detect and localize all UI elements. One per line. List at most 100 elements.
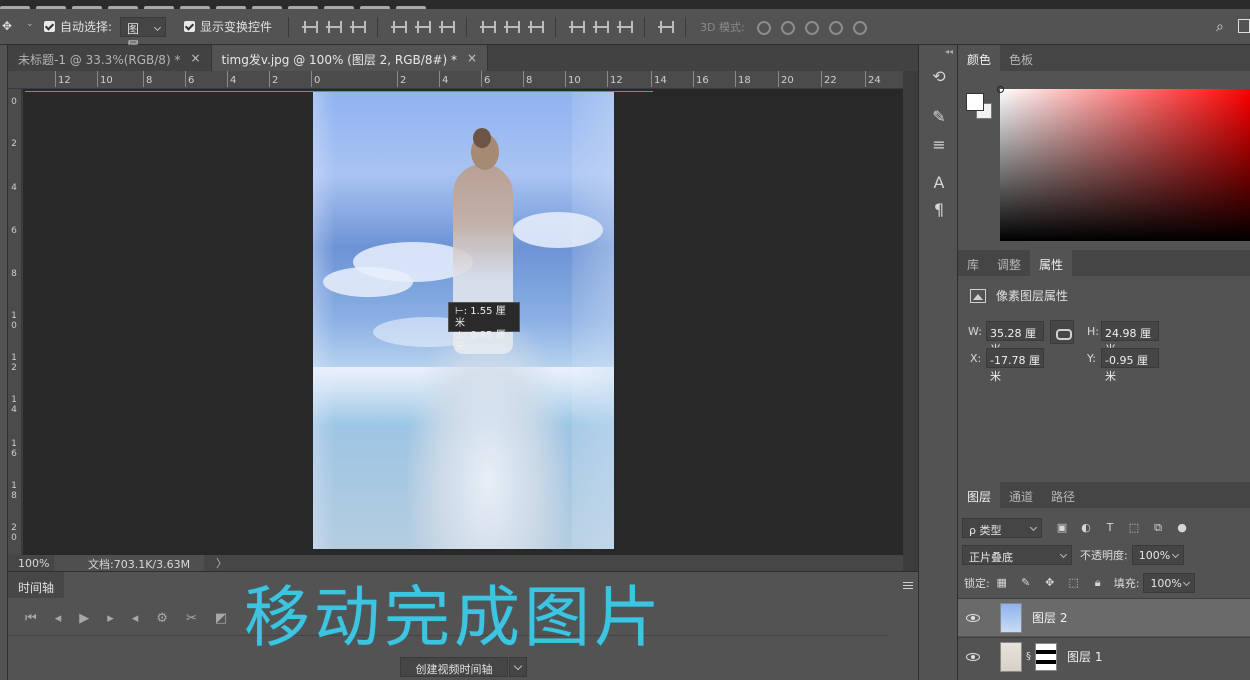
move-delta-readout: ⊢: 1.55 厘米 ⊥: 0.95 厘米 [448,302,520,353]
height-field[interactable]: 24.98 厘米 [1101,321,1159,356]
color-swatches[interactable] [966,93,996,123]
zoom-level[interactable]: 100% [8,557,54,570]
character-icon[interactable]: A [929,173,949,193]
search-icon[interactable]: ⌕ [1216,19,1232,35]
align-left-icon[interactable] [390,19,408,35]
status-menu-arrow[interactable]: 〉 [216,555,227,571]
vertical-ruler[interactable]: 0 2 4 6 8 1 0 1 2 1 4 1 6 1 8 2 0 [8,89,22,555]
lock-transparent-icon[interactable]: ▦ [996,577,1008,589]
rotate-3d-icon[interactable] [755,19,771,35]
move-tool-icon[interactable]: ✥ [2,19,18,35]
tab-libraries[interactable]: 库 [958,250,988,276]
next-frame-icon[interactable]: ▸ [107,611,114,626]
roll-3d-icon[interactable] [779,19,795,35]
tab-timg[interactable]: timg发v.jpg @ 100% (图层 2, RGB/8#) * × [211,45,489,71]
horizontal-ruler[interactable]: 12 10 8 6 4 2 0 2 4 6 8 10 12 14 16 18 2… [8,71,903,89]
filter-toggle-icon[interactable]: ● [1176,522,1188,534]
auto-select-dropdown[interactable]: 图层 [120,16,167,53]
tab-title: 未标题-1 @ 33.3%(RGB/8) * [18,53,181,67]
settings-gear-icon[interactable]: ⚙ [156,611,168,626]
lock-artboard-icon[interactable]: ⬚ [1068,577,1080,589]
layer-name[interactable]: 图层 2 [1032,609,1067,626]
first-frame-icon[interactable]: ⏮ [25,611,37,626]
layer-filter-dropdown[interactable]: ρ 类型 [962,518,1042,538]
foreground-color-swatch[interactable] [966,93,984,111]
tab-paths[interactable]: 路径 [1042,482,1084,508]
distribute-hcenter-icon[interactable] [592,19,610,35]
height-label: H: [1087,325,1099,338]
distribute-top-icon[interactable] [479,19,497,35]
history-icon[interactable]: ⟲ [929,67,949,87]
align-hcenter-icon[interactable] [414,19,432,35]
filter-smart-object-icon[interactable]: ⧉ [1152,522,1164,534]
align-vcenter-icon[interactable] [325,19,343,35]
y-field[interactable]: -0.95 厘米 [1101,348,1159,383]
scale-3d-icon[interactable] [851,19,867,35]
opacity-field[interactable]: 100% [1131,545,1184,565]
panel-menu-icon[interactable] [903,582,913,589]
create-video-timeline-button[interactable]: 创建视频时间轴 [400,657,508,677]
align-bottom-icon[interactable] [349,19,367,35]
show-transform-checkbox[interactable] [184,21,196,32]
tab-layers[interactable]: 图层 [958,482,1001,508]
audio-icon[interactable]: ◂ [132,611,139,626]
split-scissors-icon[interactable]: ✂ [186,611,197,626]
lock-position-icon[interactable]: ✥ [1044,577,1056,589]
paragraph-icon[interactable]: ¶ [929,200,949,220]
tab-color[interactable]: 颜色 [958,45,1001,71]
document-canvas[interactable]: ⊢: 1.55 厘米 ⊥: 0.95 厘米 [23,89,903,555]
color-picker-field[interactable] [997,86,1250,241]
tab-properties[interactable]: 属性 [1030,250,1073,276]
visibility-eye-icon[interactable] [966,613,980,622]
color-panel-tabs: 颜色 色板 [958,45,1250,71]
transition-icon[interactable]: ◩ [215,611,227,626]
blend-mode-dropdown[interactable]: 正片叠底 [962,545,1072,565]
play-icon[interactable]: ▶ [79,611,89,626]
link-proportions-icon[interactable] [1050,320,1074,344]
status-bar: 100% 文档:703.1K/3.63M 〉 [8,555,903,571]
workspace-icon[interactable] [1238,19,1250,33]
fill-field[interactable]: 100% [1143,573,1196,593]
layer-mask-thumbnail[interactable] [1035,642,1057,671]
layer-row-2[interactable]: 图层 2 [958,598,1250,636]
show-transform-label: 显示变换控件 [200,20,273,34]
ruler-tick: 4 [438,71,449,87]
close-icon[interactable]: × [190,51,200,71]
brush-presets-icon[interactable]: ✎ [929,107,949,127]
create-timeline-dropdown[interactable] [509,657,527,677]
slide-3d-icon[interactable] [827,19,843,35]
distribute-left-icon[interactable] [568,19,586,35]
layer-thumbnail [1000,641,1022,672]
filter-adjustment-icon[interactable]: ◐ [1080,522,1092,534]
distribute-vcenter-icon[interactable] [503,19,521,35]
close-icon[interactable]: × [467,51,477,71]
lock-all-icon[interactable]: 🔒︎ [1092,577,1104,589]
auto-select-checkbox[interactable] [44,21,55,32]
filter-pixel-icon[interactable]: ▣ [1056,522,1068,534]
tab-untitled[interactable]: 未标题-1 @ 33.3%(RGB/8) * × [8,45,212,71]
color-picker-cursor[interactable] [997,86,1004,93]
x-field[interactable]: -17.78 厘米 [986,348,1044,383]
distribute-right-icon[interactable] [616,19,634,35]
prev-frame-icon[interactable]: ◂ [55,611,62,626]
pan-3d-icon[interactable] [803,19,819,35]
layer-row-1[interactable]: § 图层 1 [958,637,1250,675]
visibility-eye-icon[interactable] [966,652,980,661]
tab-swatches[interactable]: 色板 [1000,45,1042,71]
brush-settings-icon[interactable]: ≡ [929,135,949,155]
layer-name[interactable]: 图层 1 [1067,648,1102,665]
distribute-bottom-icon[interactable] [527,19,545,35]
align-right-icon[interactable] [438,19,456,35]
tab-timeline[interactable]: 时间轴 [8,572,65,598]
fill-label: 填充: [1113,577,1140,590]
align-top-icon[interactable] [301,19,319,35]
chevron-down-icon[interactable]: ⌄ [26,19,34,35]
filter-type-icon[interactable]: T [1104,522,1116,534]
tab-channels[interactable]: 通道 [1000,482,1042,508]
lock-image-icon[interactable]: ✎ [1020,577,1032,589]
filter-shape-icon[interactable]: ⬚ [1128,522,1140,534]
auto-align-icon[interactable] [657,19,675,35]
width-field[interactable]: 35.28 厘米 [986,321,1044,356]
collapse-grip-icon[interactable]: ◂◂ [945,47,953,56]
tab-adjustments[interactable]: 调整 [988,250,1030,276]
